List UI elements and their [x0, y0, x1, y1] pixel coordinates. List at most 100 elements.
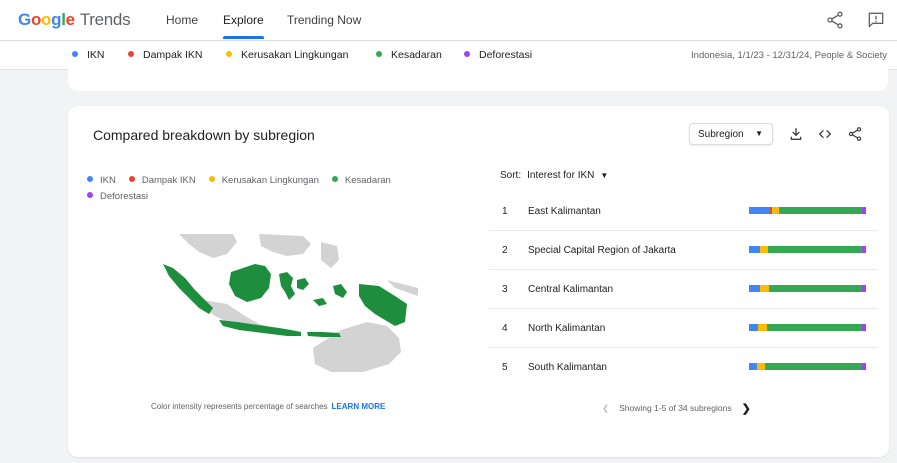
- term-color-dot: [464, 51, 470, 57]
- subregion-map[interactable]: [163, 234, 418, 372]
- dropdown-caret-icon: ▼: [755, 129, 763, 138]
- subregion-list: 1 East Kalimantan 2 Special Capital Regi…: [489, 192, 878, 386]
- subregion-name: Special Capital Region of Jakarta: [528, 245, 676, 256]
- term-label: IKN: [87, 49, 105, 61]
- segment-kerusakan-lingkungan: [757, 363, 766, 370]
- subregion-row[interactable]: 1 East Kalimantan: [489, 192, 878, 231]
- previous-card-bottom: [68, 69, 888, 91]
- legend-color-dot: [331, 176, 338, 182]
- logo-google: Google: [18, 10, 75, 29]
- nav-trending-now[interactable]: Trending Now: [287, 13, 361, 27]
- legend-kesadaran: Kesadaran: [331, 173, 391, 189]
- dropdown-caret-icon: ▼: [600, 171, 609, 180]
- search-filters-summary[interactable]: Indonesia, 1/1/23 - 12/31/24, People & S…: [691, 50, 887, 61]
- top-app-bar: Google Trends Home Explore Trending Now: [0, 0, 897, 41]
- subregion-dropdown[interactable]: Subregion ▼: [689, 123, 773, 145]
- term-color-dot: [376, 51, 382, 57]
- sort-label: Sort:: [500, 170, 522, 181]
- legend-color-dot: [87, 176, 93, 182]
- interest-breakdown-bar: [749, 246, 866, 253]
- subregion-name: East Kalimantan: [528, 206, 601, 217]
- sort-value: Interest for IKN: [527, 170, 595, 181]
- subregion-rank: 5: [502, 362, 508, 373]
- map-footnote: Color intensity represents percentage of…: [151, 402, 385, 411]
- legend-label: Dampak IKN: [141, 175, 196, 186]
- legend-label: IKN: [100, 175, 116, 186]
- segment-deforestasi: [862, 285, 866, 292]
- subregion-row[interactable]: 5 South Kalimantan: [489, 348, 878, 386]
- segment-deforestasi: [862, 246, 866, 253]
- sort-dropdown[interactable]: Sort: Interest for IKN ▼: [500, 170, 608, 181]
- legend-color-dot: [128, 176, 135, 182]
- term-deforestasi[interactable]: Deforestasi: [464, 49, 532, 61]
- subregion-rank: 2: [502, 245, 508, 256]
- interest-breakdown-bar: [749, 363, 866, 370]
- legend-color-dot: [208, 176, 215, 182]
- card-title: Compared breakdown by subregion: [93, 127, 315, 143]
- interest-breakdown-bar: [749, 207, 866, 214]
- term-ikn[interactable]: IKN: [72, 49, 105, 61]
- share-icon[interactable]: [847, 126, 863, 142]
- term-label: Deforestasi: [479, 49, 533, 61]
- share-icon[interactable]: [825, 10, 845, 30]
- compared-breakdown-card: Compared breakdown by subregion Subregio…: [68, 106, 889, 457]
- nav-home[interactable]: Home: [166, 13, 198, 27]
- download-icon[interactable]: [788, 126, 804, 142]
- previous-page-icon[interactable]: ❮: [602, 403, 609, 413]
- subregion-name: South Kalimantan: [528, 362, 607, 373]
- segment-kesadaran: [779, 207, 863, 214]
- pagination: ❮ Showing 1-5 of 34 subregions ❯: [602, 402, 751, 415]
- term-color-dot: [226, 51, 232, 57]
- segment-deforestasi: [862, 324, 866, 331]
- subregion-rank: 3: [502, 284, 508, 295]
- subregion-row[interactable]: 2 Special Capital Region of Jakarta: [489, 231, 878, 270]
- segment-deforestasi: [862, 363, 866, 370]
- segment-kesadaran: [766, 324, 863, 331]
- footnote-text: Color intensity represents percentage of…: [151, 402, 328, 411]
- interest-breakdown-bar: [749, 324, 866, 331]
- nav-explore[interactable]: Explore: [223, 13, 264, 39]
- legend-label: Deforestasi: [100, 191, 149, 202]
- feedback-icon[interactable]: [866, 10, 886, 30]
- subregion-row[interactable]: 3 Central Kalimantan: [489, 270, 878, 309]
- term-label: Kesadaran: [391, 49, 442, 61]
- segment-ikn: [749, 363, 758, 370]
- legend-kerusakan-lingkungan: Kerusakan Lingkungan: [208, 173, 319, 189]
- subregion-name: North Kalimantan: [528, 323, 606, 334]
- term-label: Dampak IKN: [143, 49, 203, 61]
- learn-more-link[interactable]: LEARN MORE: [332, 402, 386, 411]
- term-color-dot: [72, 51, 78, 57]
- legend-label: Kerusakan Lingkungan: [221, 175, 319, 186]
- term-kerusakan-lingkungan[interactable]: Kerusakan Lingkungan: [226, 49, 348, 61]
- segment-kerusakan-lingkungan: [759, 246, 768, 253]
- pagination-text: Showing 1-5 of 34 subregions: [619, 403, 732, 413]
- subregion-rank: 4: [502, 323, 508, 334]
- legend-dampak-ikn: Dampak IKN: [128, 173, 196, 189]
- subregion-name: Central Kalimantan: [528, 284, 614, 295]
- comparison-terms-bar: IKN Dampak IKN Kerusakan Lingkungan Kesa…: [0, 41, 897, 70]
- google-trends-logo[interactable]: Google Trends: [18, 10, 131, 30]
- legend-color-dot: [87, 192, 93, 198]
- embed-code-icon[interactable]: [817, 126, 833, 142]
- term-kesadaran[interactable]: Kesadaran: [376, 49, 442, 61]
- segment-ikn: [749, 246, 760, 253]
- segment-ikn: [749, 207, 771, 214]
- next-page-icon[interactable]: ❯: [742, 403, 751, 415]
- subregion-dropdown-label: Subregion: [698, 129, 744, 140]
- segment-kesadaran: [765, 363, 863, 370]
- term-dampak-ikn[interactable]: Dampak IKN: [128, 49, 203, 61]
- segment-deforestasi: [862, 207, 866, 214]
- term-label: Kerusakan Lingkungan: [241, 49, 349, 61]
- card-legend: IKN Dampak IKN Kerusakan Lingkungan Kesadar…: [87, 173, 427, 205]
- interest-breakdown-bar: [749, 285, 866, 292]
- subregion-rank: 1: [502, 206, 508, 217]
- segment-ikn: [749, 285, 760, 292]
- segment-kerusakan-lingkungan: [758, 324, 767, 331]
- segment-kesadaran: [767, 246, 863, 253]
- segment-kerusakan-lingkungan: [759, 285, 769, 292]
- logo-trends: Trends: [79, 10, 131, 29]
- legend-deforestasi: Deforestasi: [87, 189, 148, 205]
- subregion-row[interactable]: 4 North Kalimantan: [489, 309, 878, 348]
- segment-ikn: [749, 324, 759, 331]
- legend-label: Kesadaran: [344, 175, 391, 186]
